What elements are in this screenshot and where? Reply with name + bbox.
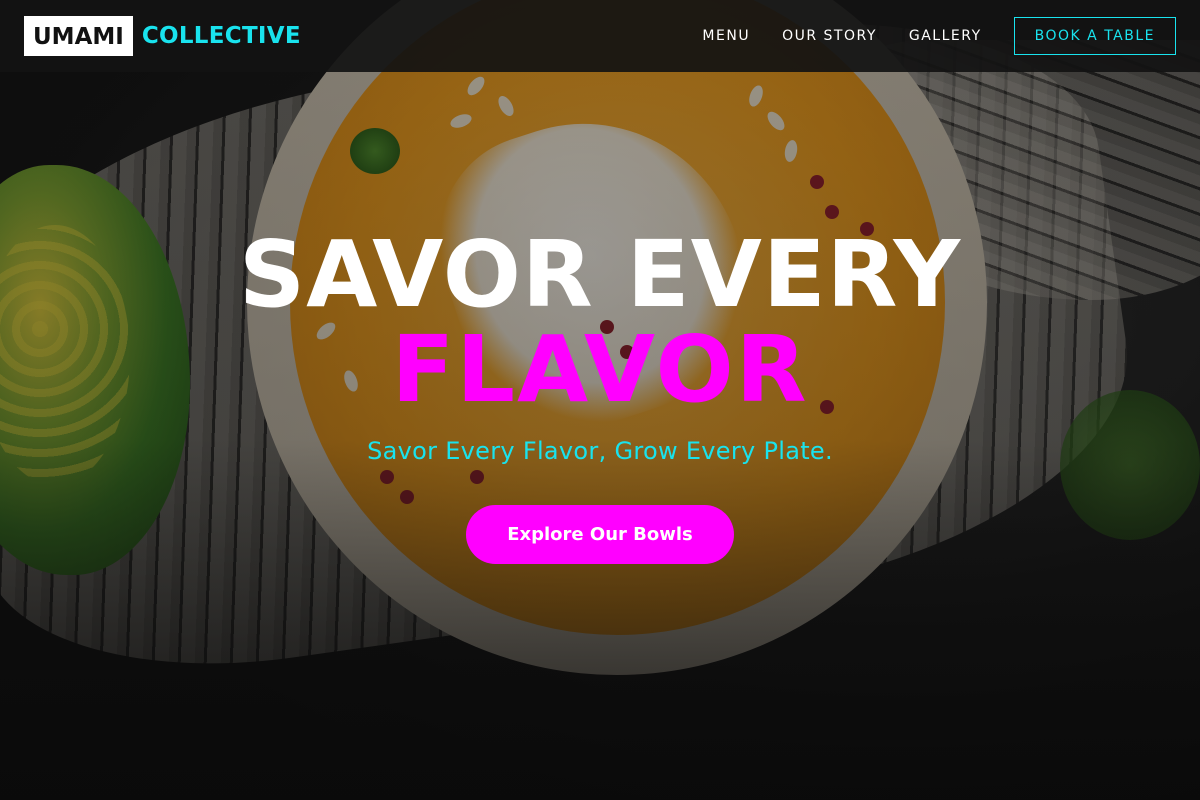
nav-links: MENU OUR STORY GALLERY BOOK A TABLE bbox=[670, 17, 1176, 55]
hero-headline-line1: SAVOR EVERY bbox=[238, 221, 962, 328]
nav-link-our-story[interactable]: OUR STORY bbox=[782, 28, 877, 44]
logo-text: COLLECTIVE bbox=[141, 23, 301, 49]
book-table-button[interactable]: BOOK A TABLE bbox=[1013, 17, 1176, 55]
hero-tagline: Savor Every Flavor, Grow Every Plate. bbox=[367, 437, 833, 465]
explore-bowls-button[interactable]: Explore Our Bowls bbox=[466, 505, 734, 564]
hero-content: SAVOR EVERY FLAVOR Savor Every Flavor, G… bbox=[0, 225, 1200, 564]
nav-link-menu[interactable]: MENU bbox=[702, 28, 750, 44]
logo-box: UMAMI bbox=[24, 16, 133, 56]
brand-logo[interactable]: UMAMI COLLECTIVE bbox=[24, 16, 301, 56]
navbar: UMAMI COLLECTIVE MENU OUR STORY GALLERY … bbox=[0, 0, 1200, 72]
hero-headline-line2: FLAVOR bbox=[391, 316, 809, 423]
nav-link-gallery[interactable]: GALLERY bbox=[909, 28, 982, 44]
